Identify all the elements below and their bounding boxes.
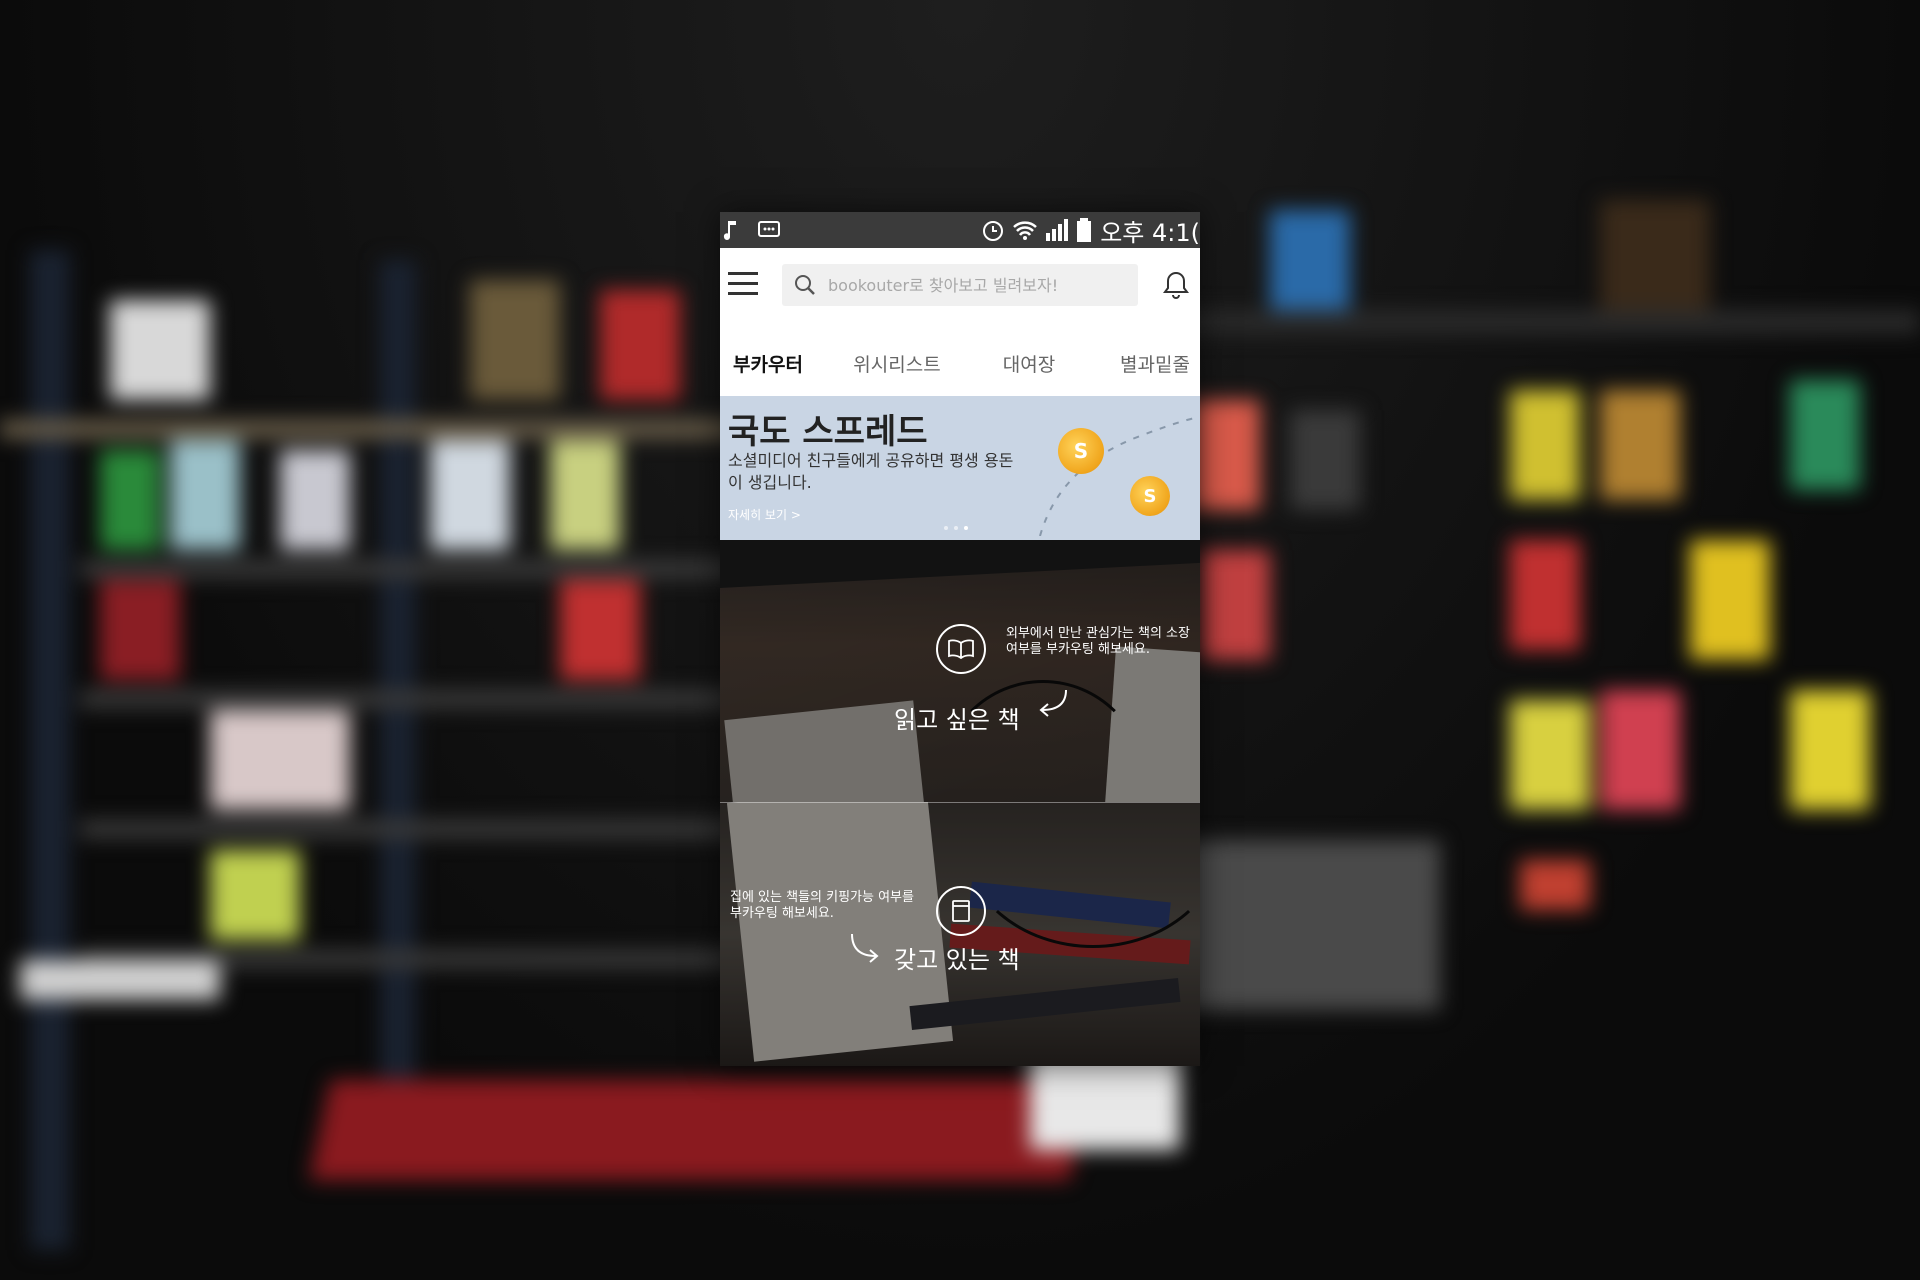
phone-screen: 오후 4:1( 부카우터 위시리스트 대여장 별과밑줄 국도 스프레드 소셜미디… xyxy=(720,212,1200,1066)
page-dot xyxy=(954,526,958,530)
search-icon xyxy=(795,275,815,295)
owned-books-title: 갖고 있는 책 xyxy=(894,946,1020,974)
banner-title: 국도 스프레드 xyxy=(728,412,928,452)
music-note-icon xyxy=(723,221,736,240)
want-to-read-title: 읽고 싶은 책 xyxy=(894,706,1020,734)
signal-icon xyxy=(1046,219,1069,241)
status-bar: 오후 4:1( xyxy=(720,212,1200,248)
curved-arrow-icon xyxy=(1039,689,1067,717)
want-to-read-description: 외부에서 만난 관심가는 책의 소장여부를 부카우팅 해보세요. xyxy=(1006,626,1190,657)
owned-books-description: 집에 있는 책들의 키핑가능 여부를 부카우팅 해보세요. xyxy=(730,890,914,921)
want-to-read-section[interactable]: 외부에서 만난 관심가는 책의 소장여부를 부카우팅 해보세요. 읽고 싶은 책 xyxy=(720,540,1200,802)
hamburger-menu-icon[interactable] xyxy=(728,272,760,296)
message-icon xyxy=(758,221,780,237)
top-bar xyxy=(720,248,1200,322)
search-input[interactable] xyxy=(826,274,1120,296)
curved-arrow-icon xyxy=(851,933,879,963)
open-book-icon xyxy=(936,624,986,674)
battery-icon xyxy=(1077,218,1092,242)
page-dot-active xyxy=(964,526,968,530)
wifi-icon xyxy=(1013,221,1038,240)
banner-more-link[interactable]: 자세히 보기 > xyxy=(728,506,801,523)
owned-books-section[interactable]: 집에 있는 책들의 키핑가능 여부를 부카우팅 해보세요. 갖고 있는 책 xyxy=(720,802,1200,1066)
coin-icon: S xyxy=(1130,476,1170,516)
promo-banner[interactable]: 국도 스프레드 소셜미디어 친구들에게 공유하면 평생 용돈이 생깁니다. 자세… xyxy=(720,396,1200,540)
page-dot xyxy=(944,526,948,530)
section-divider xyxy=(720,802,1200,803)
notification-bell-icon[interactable] xyxy=(1162,270,1190,300)
search-bar[interactable] xyxy=(782,264,1138,306)
banner-description: 소셜미디어 친구들에게 공유하면 평생 용돈이 생깁니다. xyxy=(728,451,1014,492)
banner-page-dots xyxy=(944,526,968,530)
coin-icon: S xyxy=(1058,428,1104,474)
alarm-icon xyxy=(983,221,1004,241)
closed-book-icon xyxy=(936,886,986,936)
status-clock: 오후 4:1( xyxy=(1100,218,1200,247)
coin-path-decoration xyxy=(1039,416,1200,536)
